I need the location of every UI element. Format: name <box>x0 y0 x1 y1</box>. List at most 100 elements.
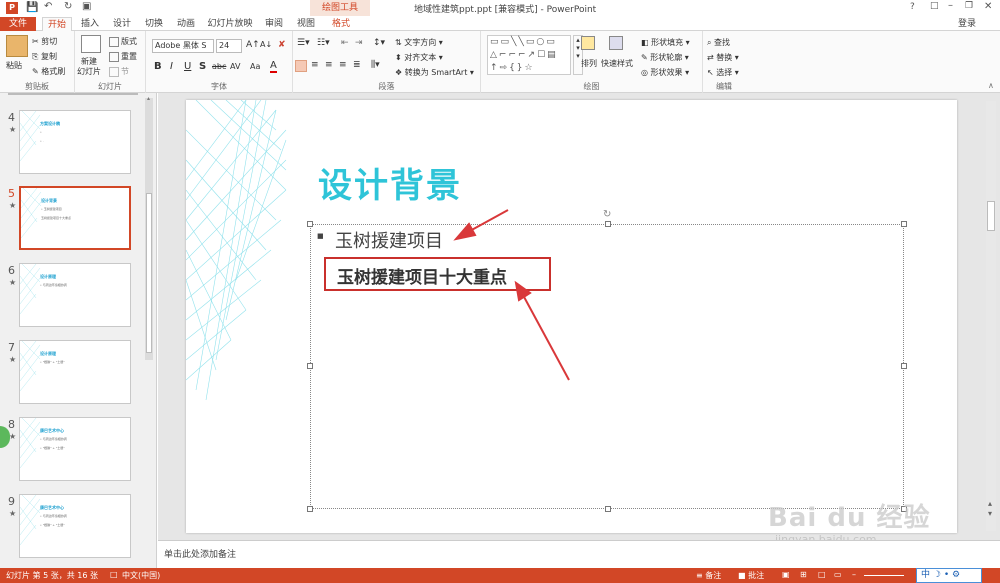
tab-file[interactable]: 文件 <box>0 17 36 31</box>
ribbon-display-icon[interactable]: □ <box>930 1 939 11</box>
bullets-icon[interactable]: ☰▾ <box>297 38 310 48</box>
collapse-ribbon-icon[interactable]: ∧ <box>988 81 994 90</box>
notes-button[interactable]: ≡ 备注 <box>696 570 721 581</box>
quick-styles-icon[interactable] <box>609 36 623 50</box>
ribbon-tabs: 文件 开始 插入 设计 切换 动画 幻灯片放映 审阅 视图 格式 登录 <box>0 16 1000 31</box>
slide-thumbnail[interactable]: 康巴艺术中心 • 与周边环境相协调 • "根脉" + "土壤" <box>19 494 131 558</box>
zoom-out-icon[interactable]: – <box>852 570 856 579</box>
change-case-button[interactable]: Aa <box>250 62 260 71</box>
tab-format[interactable]: 格式 <box>326 17 356 31</box>
ime-mode-label[interactable]: 中 <box>921 570 930 580</box>
align-left-icon[interactable] <box>295 60 307 72</box>
numbering-icon[interactable]: ☷▾ <box>317 38 330 48</box>
font-size-select[interactable]: 24 <box>216 39 242 53</box>
thumbnails-scrollbar[interactable] <box>145 98 153 360</box>
char-spacing-button[interactable]: AV <box>230 62 240 71</box>
select-button[interactable]: ↖ 选择 ▾ <box>707 67 739 78</box>
slide-thumbnail[interactable]: 设计原理 • "根脉" + "土壤" <box>19 340 131 404</box>
format-painter-button[interactable]: ✎ 格式刷 <box>32 66 65 77</box>
save-icon[interactable]: 💾 <box>26 2 38 13</box>
shape-fill-button[interactable]: ◧ 形状填充 ▾ <box>641 37 690 48</box>
ime-toolbar[interactable]: 中 ☽ • ⚙ <box>916 568 982 583</box>
slide-thumbnail[interactable]: 方案设计稿 • • · <box>19 110 131 174</box>
zoom-slider[interactable] <box>864 575 904 576</box>
shrink-font-icon[interactable]: A↓ <box>260 40 272 49</box>
columns-icon[interactable]: ⫼▾ <box>371 60 380 70</box>
paste-button[interactable]: 粘贴 <box>6 60 22 71</box>
underline-button[interactable]: U <box>184 61 191 72</box>
normal-view-icon[interactable]: ▣ <box>782 570 790 579</box>
new-slide-button[interactable]: 新建 幻灯片 <box>77 57 101 77</box>
slide-canvas[interactable]: 设计背景 ↻ ■ 玉树援建项目 玉树援建项目十大重点 <box>186 100 957 533</box>
close-icon[interactable]: ✕ <box>984 1 992 12</box>
tab-view[interactable]: 视图 <box>292 17 320 31</box>
editor-scrollbar[interactable] <box>986 101 996 531</box>
tab-insert[interactable]: 插入 <box>76 17 104 31</box>
tab-design[interactable]: 设计 <box>108 17 136 31</box>
shadow-button[interactable]: S <box>199 61 206 72</box>
line-spacing-icon[interactable]: ↕▾ <box>373 38 385 48</box>
shape-effects-button[interactable]: ◎ 形状效果 ▾ <box>641 67 689 78</box>
strikethrough-button[interactable]: abc <box>212 62 226 71</box>
prev-next-slide-icons[interactable]: ▴ ▾ <box>988 499 992 519</box>
scroll-up-icon[interactable]: ▴ <box>147 95 150 102</box>
new-slide-icon[interactable] <box>81 35 101 53</box>
shapes-gallery[interactable]: ▭▭╲╲▭○▭ △⌐⌐⌐↗☐▤ ↑⇨{}☆ <box>487 35 571 75</box>
slide-thumbnail[interactable]: 康巴艺术中心 • 与周边环境相协调 • "根脉" + "土壤" <box>19 417 131 481</box>
paste-icon[interactable] <box>6 35 28 57</box>
layout-button[interactable]: 版式 <box>109 36 137 47</box>
grow-font-icon[interactable]: A↑ <box>246 40 260 50</box>
font-color-button[interactable]: A <box>270 60 277 73</box>
slide-thumbnail[interactable]: 设计背景 • 玉树援建项目 玉树援建项目十大重点 <box>19 186 131 250</box>
reset-button[interactable]: 重置 <box>109 51 137 62</box>
tab-slideshow[interactable]: 幻灯片放映 <box>204 17 256 31</box>
slide-thumbnail[interactable]: 设计原理 • 与周边环境相协调 <box>19 263 131 327</box>
settings-gear-icon[interactable]: ⚙ <box>952 570 960 580</box>
comments-button[interactable]: ■ 批注 <box>738 570 764 581</box>
italic-button[interactable]: I <box>170 61 173 72</box>
cut-button[interactable]: ✂ 剪切 <box>32 36 57 47</box>
thumbnails-scroll-thumb[interactable] <box>146 193 152 353</box>
editor-scroll-thumb[interactable] <box>987 201 995 231</box>
tab-animations[interactable]: 动画 <box>172 17 200 31</box>
increase-indent-icon[interactable]: ⇥ <box>355 38 363 48</box>
align-text-button[interactable]: ⬍ 对齐文本 ▾ <box>395 52 443 63</box>
help-icon[interactable]: ? <box>910 2 915 12</box>
bold-button[interactable]: B <box>154 61 162 72</box>
redo-icon[interactable]: ↻ <box>64 1 72 12</box>
login-link[interactable]: 登录 <box>950 17 984 31</box>
arrange-button[interactable]: 排列 <box>581 58 597 69</box>
section-button[interactable]: 节 <box>109 66 129 77</box>
quick-styles-button[interactable]: 快速样式 <box>601 58 633 69</box>
copy-button[interactable]: ⎘ 复制 <box>32 51 57 62</box>
find-button[interactable]: ⌕ 查找 <box>707 37 730 48</box>
shape-outline-button[interactable]: ✎ 形状轮廓 ▾ <box>641 52 689 63</box>
slideshow-icon[interactable]: ▣ <box>82 1 91 12</box>
smartart-button[interactable]: ❖ 转换为 SmartArt ▾ <box>395 67 474 78</box>
align-right-icon[interactable]: ≡ <box>325 60 333 70</box>
tab-review[interactable]: 审阅 <box>260 17 288 31</box>
slideshow-view-icon[interactable]: ▭ <box>834 570 842 579</box>
spellcheck-icon[interactable]: □ <box>110 570 118 579</box>
language-indicator[interactable]: 中文(中国) <box>122 570 160 581</box>
distributed-icon[interactable]: ≣ <box>353 60 361 70</box>
arrange-icon[interactable] <box>581 36 595 50</box>
dot-icon[interactable]: • <box>944 570 949 580</box>
sorter-view-icon[interactable]: ⊞ <box>800 570 807 579</box>
clear-format-icon[interactable]: ✘ <box>278 40 286 50</box>
font-name-select[interactable]: Adobe 黑体 S <box>152 39 214 53</box>
replace-button[interactable]: ⇄ 替换 ▾ <box>707 52 739 63</box>
moon-icon[interactable]: ☽ <box>933 570 941 580</box>
minimize-icon[interactable]: – <box>948 0 953 11</box>
justify-icon[interactable]: ≡ <box>339 60 347 70</box>
notes-pane[interactable]: 单击此处添加备注 <box>158 540 1000 568</box>
undo-icon[interactable]: ↶ <box>44 1 52 12</box>
restore-icon[interactable]: ❐ <box>965 1 973 11</box>
decrease-indent-icon[interactable]: ⇤ <box>341 38 349 48</box>
tab-transitions[interactable]: 切换 <box>140 17 168 31</box>
align-center-icon[interactable]: ≡ <box>311 60 319 70</box>
notes-placeholder[interactable]: 单击此处添加备注 <box>164 547 236 560</box>
reading-view-icon[interactable]: □ <box>818 570 826 579</box>
text-direction-button[interactable]: ⇅ 文字方向 ▾ <box>395 37 443 48</box>
tab-home[interactable]: 开始 <box>42 17 72 31</box>
